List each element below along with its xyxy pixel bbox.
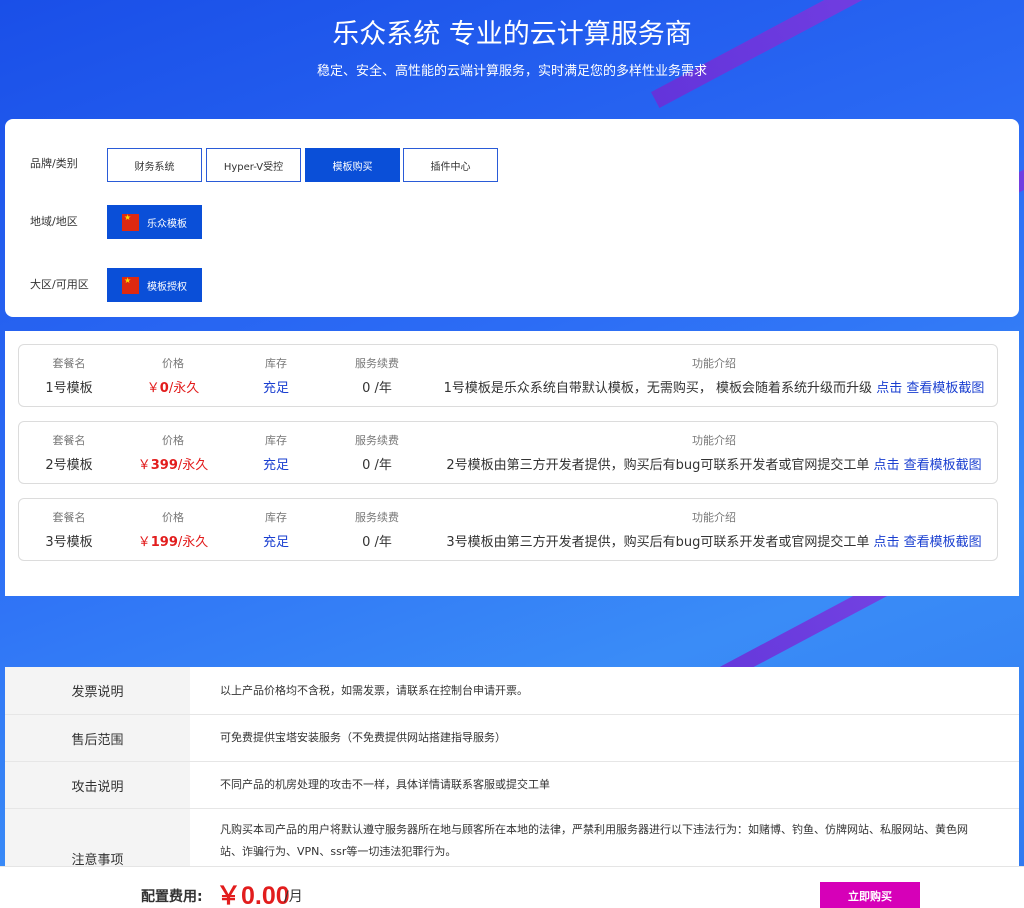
product-feature: 2号模板由第三方开发者提供，购买后有bug可联系开发者或官网提交工单 点击 查看… — [446, 458, 982, 473]
col-header-price: 价格 — [162, 357, 184, 370]
view-screenshot-link[interactable]: 查看模板截图 — [904, 535, 982, 550]
info-row-aftersales: 售后范围 可免费提供宝塔安装服务（不免费提供网站搭建指导服务） — [5, 715, 1019, 762]
info-value: 以上产品价格均不含税，如需发票，请联系在控制台申请开票。 — [220, 684, 528, 697]
product-name: 3号模板 — [45, 535, 93, 550]
product-feature: 1号模板是乐众系统自带默认模板，无需购买， 模板会随着系统升级而升级 点击 查看… — [443, 381, 985, 396]
cost-label: 配置费用: — [141, 889, 203, 905]
product-renewal: 0 /年 — [362, 458, 392, 473]
product-name: 1号模板 — [45, 381, 93, 396]
view-screenshot-link[interactable]: 查看模板截图 — [904, 458, 982, 473]
filter-panel: 品牌/类别 财务系统 Hyper-V受控 模板购买 插件中心 地域/地区 乐众模… — [5, 119, 1019, 317]
product-price: ￥199/永久 — [137, 535, 209, 550]
product-price: ￥399/永久 — [137, 458, 209, 473]
col-header-feature: 功能介绍 — [692, 511, 736, 524]
region-option[interactable]: 乐众模板 — [107, 205, 202, 239]
info-value: 可免费提供宝塔安装服务（不免费提供网站搭建指导服务） — [220, 731, 506, 744]
brand-option-plugin[interactable]: 插件中心 — [403, 148, 498, 182]
col-header-name: 套餐名 — [52, 511, 86, 524]
col-header-stock: 库存 — [265, 357, 287, 370]
product-row: 套餐名 价格 库存 服务续费 功能介绍 3号模板 ￥199/永久 充足 0 /年… — [18, 498, 998, 561]
brand-option-template[interactable]: 模板购买 — [305, 148, 400, 182]
product-row: 套餐名 价格 库存 服务续费 功能介绍 1号模板 ￥0/永久 充足 0 /年 1… — [18, 344, 998, 407]
info-value: 不同产品的机房处理的攻击不一样，具体详情请联系客服或提交工单 — [220, 778, 550, 791]
col-header-feature: 功能介绍 — [692, 357, 736, 370]
zone-label: 大区/可用区 — [30, 278, 89, 291]
col-header-stock: 库存 — [265, 511, 287, 524]
info-value: 凡购买本司产品的用户将默认遵守服务器所在地与顾客所在本地的法律，严禁利用服务器进… — [220, 823, 968, 858]
product-renewal: 0 /年 — [362, 535, 392, 550]
product-stock: 充足 — [262, 381, 289, 396]
col-header-stock: 库存 — [265, 434, 287, 447]
china-flag-icon — [122, 213, 139, 231]
col-header-renewal: 服务续费 — [355, 434, 399, 447]
product-stock: 充足 — [262, 458, 289, 473]
info-key: 售后范围 — [5, 715, 190, 761]
products-panel: 套餐名 价格 库存 服务续费 功能介绍 1号模板 ￥0/永久 充足 0 /年 1… — [5, 331, 1019, 596]
brand-option-finance[interactable]: 财务系统 — [107, 148, 202, 182]
hero-title: 乐众系统 专业的云计算服务商 — [332, 19, 692, 50]
zone-option[interactable]: 模板授权 — [107, 268, 202, 302]
buy-now-button[interactable]: 立即购买 — [820, 882, 920, 908]
col-header-feature: 功能介绍 — [692, 434, 736, 447]
product-row: 套餐名 价格 库存 服务续费 功能介绍 2号模板 ￥399/永久 充足 0 /年… — [18, 421, 998, 484]
col-header-renewal: 服务续费 — [355, 357, 399, 370]
region-option-label: 乐众模板 — [147, 218, 187, 230]
brand-option-hyperv[interactable]: Hyper-V受控 — [206, 148, 301, 182]
product-feature: 3号模板由第三方开发者提供，购买后有bug可联系开发者或官网提交工单 点击 查看… — [446, 535, 982, 550]
click-link[interactable]: 点击 — [873, 535, 899, 550]
info-row-attack: 攻击说明 不同产品的机房处理的攻击不一样，具体详情请联系客服或提交工单 — [5, 762, 1019, 809]
click-link[interactable]: 点击 — [876, 381, 902, 396]
china-flag-icon — [122, 276, 139, 294]
hero-subtitle: 稳定、安全、高性能的云端计算服务，实时满足您的多样性业务需求 — [316, 64, 707, 79]
info-row-invoice: 发票说明 以上产品价格均不含税，如需发票，请联系在控制台申请开票。 — [5, 667, 1019, 715]
product-price: ￥0/永久 — [146, 381, 200, 396]
cost-unit: /月 — [284, 889, 303, 905]
product-renewal: 0 /年 — [362, 381, 392, 396]
zone-option-label: 模板授权 — [147, 281, 187, 293]
checkout-bar: 配置费用: ￥0.00 /月 立即购买 — [0, 866, 1024, 908]
col-header-price: 价格 — [162, 434, 184, 447]
cost-amount: ￥0.00 — [216, 882, 290, 908]
col-header-renewal: 服务续费 — [355, 511, 399, 524]
region-label: 地域/地区 — [30, 215, 78, 228]
col-header-name: 套餐名 — [52, 434, 86, 447]
info-key: 发票说明 — [5, 667, 190, 714]
info-key: 攻击说明 — [5, 762, 190, 808]
brand-label: 品牌/类别 — [30, 157, 78, 170]
product-name: 2号模板 — [45, 458, 93, 473]
view-screenshot-link[interactable]: 查看模板截图 — [906, 381, 984, 396]
click-link[interactable]: 点击 — [873, 458, 899, 473]
col-header-name: 套餐名 — [52, 357, 86, 370]
product-stock: 充足 — [262, 535, 289, 550]
col-header-price: 价格 — [162, 511, 184, 524]
